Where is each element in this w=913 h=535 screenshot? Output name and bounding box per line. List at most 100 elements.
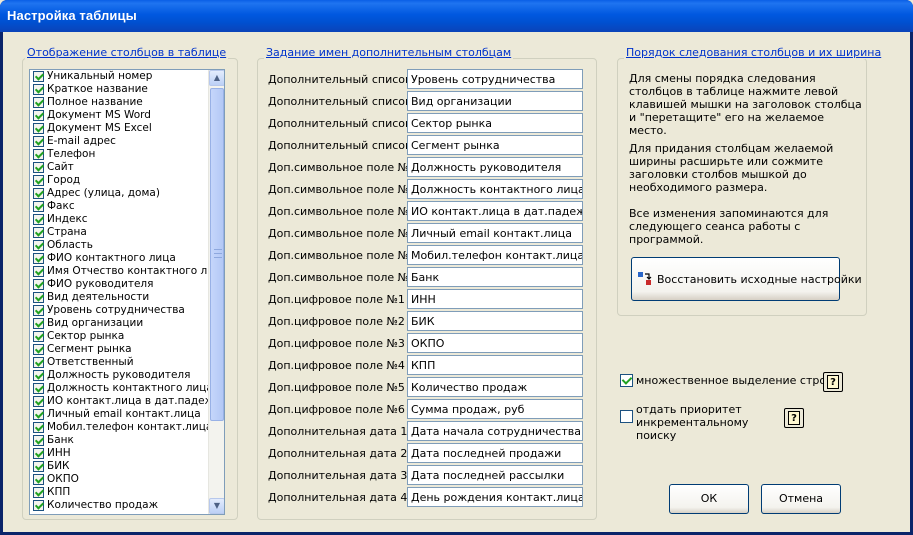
column-list-item[interactable]: Документ MS Excel <box>30 122 209 135</box>
columns-listbox[interactable]: Уникальный номер Краткое название Полное н… <box>29 69 225 515</box>
scroll-up-arrow-icon[interactable]: ▲ <box>209 70 224 86</box>
column-checkbox[interactable] <box>33 500 44 511</box>
extra-column-name-input[interactable]: Дата начала сотрудничества <box>407 421 583 441</box>
column-checkbox[interactable] <box>33 344 44 355</box>
extra-column-name-input[interactable]: ИО контакт.лица в дат.падеже <box>407 201 583 221</box>
column-checkbox[interactable] <box>33 201 44 212</box>
column-list-item[interactable]: Банк <box>30 434 209 447</box>
extra-column-name-input[interactable]: Сектор рынка <box>407 113 583 133</box>
extra-column-name-input[interactable]: Банк <box>407 267 583 287</box>
column-checkbox[interactable] <box>33 214 44 225</box>
column-list-item[interactable]: ИНН <box>30 447 209 460</box>
extra-column-name-input[interactable]: Сумма продаж, руб <box>407 399 583 419</box>
extra-column-name-input[interactable]: ИНН <box>407 289 583 309</box>
column-list-item[interactable]: Документ MS Word <box>30 109 209 122</box>
column-checkbox[interactable] <box>33 422 44 433</box>
column-checkbox[interactable] <box>33 409 44 420</box>
column-list-item[interactable]: Полное название <box>30 96 209 109</box>
column-checkbox[interactable] <box>33 97 44 108</box>
column-checkbox[interactable] <box>33 370 44 381</box>
column-list-item[interactable]: ФИО контактного лица <box>30 252 209 265</box>
column-list-item[interactable]: Должность контактного лица <box>30 382 209 395</box>
column-list-item[interactable]: Вид деятельности <box>30 291 209 304</box>
multi-select-label[interactable]: множественное выделение строк <box>636 374 833 387</box>
ok-button[interactable]: ОК <box>669 484 749 514</box>
column-checkbox[interactable] <box>33 461 44 472</box>
column-list-item[interactable]: БИК <box>30 460 209 473</box>
scrollbar-thumb[interactable] <box>210 88 224 421</box>
column-list-item[interactable]: Личный email контакт.лица <box>30 408 209 421</box>
column-list-item[interactable]: Город <box>30 174 209 187</box>
extra-column-name-input[interactable]: ОКПО <box>407 333 583 353</box>
multi-select-checkbox[interactable] <box>620 374 633 387</box>
extra-column-name-input[interactable]: Мобил.телефон контакт.лица <box>407 245 583 265</box>
cancel-button[interactable]: Отмена <box>761 484 841 514</box>
column-list-item[interactable]: Должность руководителя <box>30 369 209 382</box>
column-checkbox[interactable] <box>33 266 44 277</box>
title-bar[interactable]: Настройка таблицы <box>0 0 913 32</box>
column-checkbox[interactable] <box>33 435 44 446</box>
column-list-item[interactable]: Телефон <box>30 148 209 161</box>
column-list-item[interactable]: Уровень сотрудничества <box>30 304 209 317</box>
column-checkbox[interactable] <box>33 305 44 316</box>
column-checkbox[interactable] <box>33 331 44 342</box>
extra-column-name-input[interactable]: День рождения контакт.лица <box>407 487 583 507</box>
listbox-scrollbar[interactable]: ▲ ▼ <box>208 70 224 514</box>
scroll-down-arrow-icon[interactable]: ▼ <box>209 498 224 514</box>
restore-defaults-button[interactable]: Восстановить исходные настройки <box>631 257 862 301</box>
multi-select-help-button[interactable]: ? <box>823 372 843 392</box>
column-checkbox[interactable] <box>33 227 44 238</box>
extra-column-name-input[interactable]: Личный email контакт.лица <box>407 223 583 243</box>
extra-column-name-input[interactable]: Должность руководителя <box>407 157 583 177</box>
column-checkbox[interactable] <box>33 474 44 485</box>
column-checkbox[interactable] <box>33 396 44 407</box>
column-checkbox[interactable] <box>33 487 44 498</box>
incremental-search-help-button[interactable]: ? <box>784 408 804 428</box>
column-list-item[interactable]: Сектор рынка <box>30 330 209 343</box>
extra-column-name-input[interactable]: Вид организации <box>407 91 583 111</box>
extra-column-name-input[interactable]: БИК <box>407 311 583 331</box>
column-checkbox[interactable] <box>33 318 44 329</box>
column-list-item[interactable]: ОКПО <box>30 473 209 486</box>
column-list-item[interactable]: Вид организации <box>30 317 209 330</box>
column-list-item[interactable]: Сайт <box>30 161 209 174</box>
column-checkbox[interactable] <box>33 162 44 173</box>
column-checkbox[interactable] <box>33 149 44 160</box>
column-checkbox[interactable] <box>33 175 44 186</box>
column-list-item[interactable]: Адрес (улица, дома) <box>30 187 209 200</box>
incremental-search-checkbox[interactable] <box>620 410 633 423</box>
column-list-item[interactable]: Уникальный номер <box>30 70 209 83</box>
column-list-item[interactable]: КПП <box>30 486 209 499</box>
column-list-item[interactable]: Мобил.телефон контакт.лица <box>30 421 209 434</box>
column-list-item[interactable]: Страна <box>30 226 209 239</box>
column-checkbox[interactable] <box>33 123 44 134</box>
column-list-item[interactable]: Сегмент рынка <box>30 343 209 356</box>
column-checkbox[interactable] <box>33 71 44 82</box>
extra-column-name-input[interactable]: Сегмент рынка <box>407 135 583 155</box>
column-checkbox[interactable] <box>33 136 44 147</box>
extra-column-name-input[interactable]: Уровень сотрудничества <box>407 69 583 89</box>
extra-column-name-input[interactable]: Дата последней продажи <box>407 443 583 463</box>
column-checkbox[interactable] <box>33 279 44 290</box>
column-list-item[interactable]: Имя Отчество контактного лица <box>30 265 209 278</box>
column-list-item[interactable]: E-mail адрес <box>30 135 209 148</box>
column-checkbox[interactable] <box>33 188 44 199</box>
incremental-search-label[interactable]: отдать приоритет инкрементальному поиску <box>636 403 786 442</box>
column-list-item[interactable]: Краткое название <box>30 83 209 96</box>
column-checkbox[interactable] <box>33 292 44 303</box>
extra-column-name-input[interactable]: Количество продаж <box>407 377 583 397</box>
column-checkbox[interactable] <box>33 253 44 264</box>
extra-column-name-input[interactable]: КПП <box>407 355 583 375</box>
column-list-item[interactable]: ФИО руководителя <box>30 278 209 291</box>
extra-column-name-input[interactable]: Дата последней рассылки <box>407 465 583 485</box>
column-checkbox[interactable] <box>33 110 44 121</box>
column-list-item[interactable]: Факс <box>30 200 209 213</box>
column-checkbox[interactable] <box>33 240 44 251</box>
column-list-item[interactable]: ИО контакт.лица в дат.падеже <box>30 395 209 408</box>
column-checkbox[interactable] <box>33 383 44 394</box>
column-checkbox[interactable] <box>33 357 44 368</box>
column-list-item[interactable]: Количество продаж <box>30 499 209 512</box>
column-checkbox[interactable] <box>33 448 44 459</box>
column-checkbox[interactable] <box>33 84 44 95</box>
column-list-item[interactable]: Ответственный <box>30 356 209 369</box>
